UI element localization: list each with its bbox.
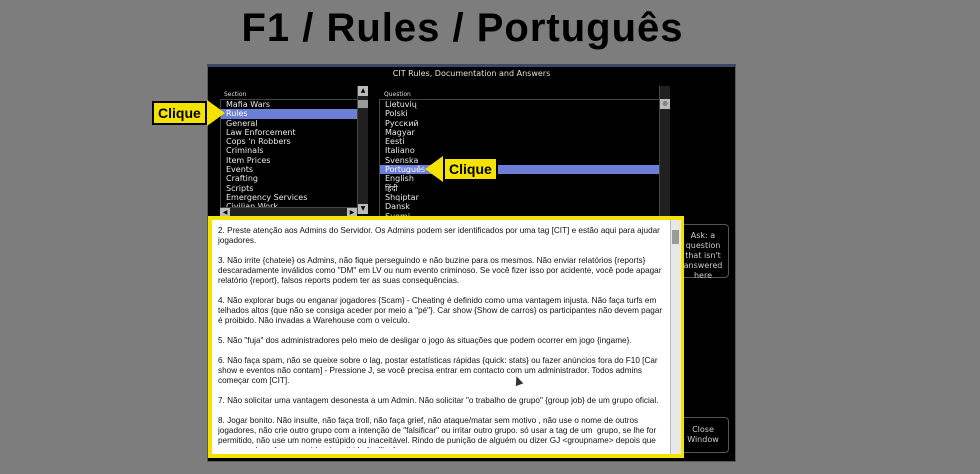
- question-item[interactable]: Italiano: [380, 146, 659, 155]
- section-scrollbar[interactable]: ▲ ▼: [357, 86, 368, 214]
- section-label: Section: [224, 91, 247, 98]
- question-label: Question: [384, 91, 411, 98]
- section-item[interactable]: Mafia Wars: [221, 100, 358, 109]
- section-item[interactable]: Crafting: [221, 174, 358, 183]
- callout-left-label: Clique: [152, 101, 207, 125]
- callout-left: Clique: [152, 100, 225, 126]
- section-item[interactable]: Rules: [221, 109, 358, 119]
- section-list[interactable]: Mafia Wars Rules General Law Enforcement Cop…: [220, 99, 359, 209]
- question-item[interactable]: Русский: [380, 119, 659, 128]
- rule-paragraph: 4. Não explorar bugs ou enganar jogadore…: [218, 296, 665, 325]
- question-item[interactable]: Dansk: [380, 202, 659, 211]
- section-item[interactable]: Law Enforcement: [221, 128, 358, 137]
- ask-question-button[interactable]: Ask: a question that isn't answered here: [677, 224, 729, 280]
- question-item[interactable]: Svenska: [380, 156, 659, 165]
- scroll-thumb-icon[interactable]: ◎: [660, 99, 670, 109]
- question-scrollbar[interactable]: ◎: [659, 86, 670, 216]
- section-item[interactable]: General: [221, 119, 358, 128]
- scroll-down-icon[interactable]: ▼: [358, 204, 368, 214]
- question-item[interactable]: Eesti: [380, 137, 659, 146]
- arrow-left-icon: [425, 156, 443, 182]
- callout-right-label: Clique: [443, 157, 498, 181]
- rule-paragraph: 5. Não "fuja" dos administradores pelo m…: [218, 336, 632, 345]
- question-item[interactable]: English: [380, 174, 659, 183]
- arrow-right-icon: [206, 100, 225, 126]
- rules-text-panel: 2. Preste atenção aos Admins do Servidor…: [208, 216, 684, 458]
- scroll-thumb[interactable]: [358, 100, 368, 108]
- window-title: CIT Rules, Documentation and Answers: [392, 69, 551, 78]
- page-title: F1 / Rules / Português: [241, 6, 684, 50]
- rule-paragraph: 7. Não solicitar uma vantagem desonesta …: [218, 396, 659, 405]
- rule-paragraph: 6. Não faça spam, não se queixe sobre o …: [218, 356, 660, 385]
- section-item[interactable]: Emergency Services: [221, 193, 358, 202]
- rule-paragraph: 8. Jogar bonito. Não insulte, não faça t…: [218, 416, 657, 448]
- section-item[interactable]: Events: [221, 165, 358, 174]
- rules-scrollbar[interactable]: [670, 220, 681, 454]
- rule-paragraph: 3. Não irrite {chateie} os Admins, não f…: [218, 256, 664, 285]
- question-item[interactable]: Polski: [380, 109, 659, 118]
- section-item[interactable]: Criminals: [221, 146, 358, 155]
- rules-text: 2. Preste atenção aos Admins do Servidor…: [218, 226, 666, 448]
- question-list[interactable]: Lietuvių Polski Русский Magyar Eesti Italiano…: [379, 99, 660, 217]
- question-item[interactable]: Português: [380, 165, 659, 175]
- scroll-thumb[interactable]: [672, 230, 679, 244]
- callout-right: Clique: [425, 156, 498, 182]
- section-item[interactable]: Scripts: [221, 184, 358, 193]
- rule-paragraph: 2. Preste atenção aos Admins do Servidor…: [218, 226, 663, 245]
- close-window-button[interactable]: Close Window: [677, 417, 729, 453]
- scroll-up-icon[interactable]: ▲: [358, 86, 368, 96]
- question-item[interactable]: Shqiptar: [380, 193, 659, 202]
- section-item[interactable]: Item Prices: [221, 156, 358, 165]
- question-item[interactable]: Lietuvių: [380, 100, 659, 109]
- section-item[interactable]: Cops 'n Robbers: [221, 137, 358, 146]
- question-item[interactable]: हिंदी: [380, 184, 659, 193]
- question-item[interactable]: Magyar: [380, 128, 659, 137]
